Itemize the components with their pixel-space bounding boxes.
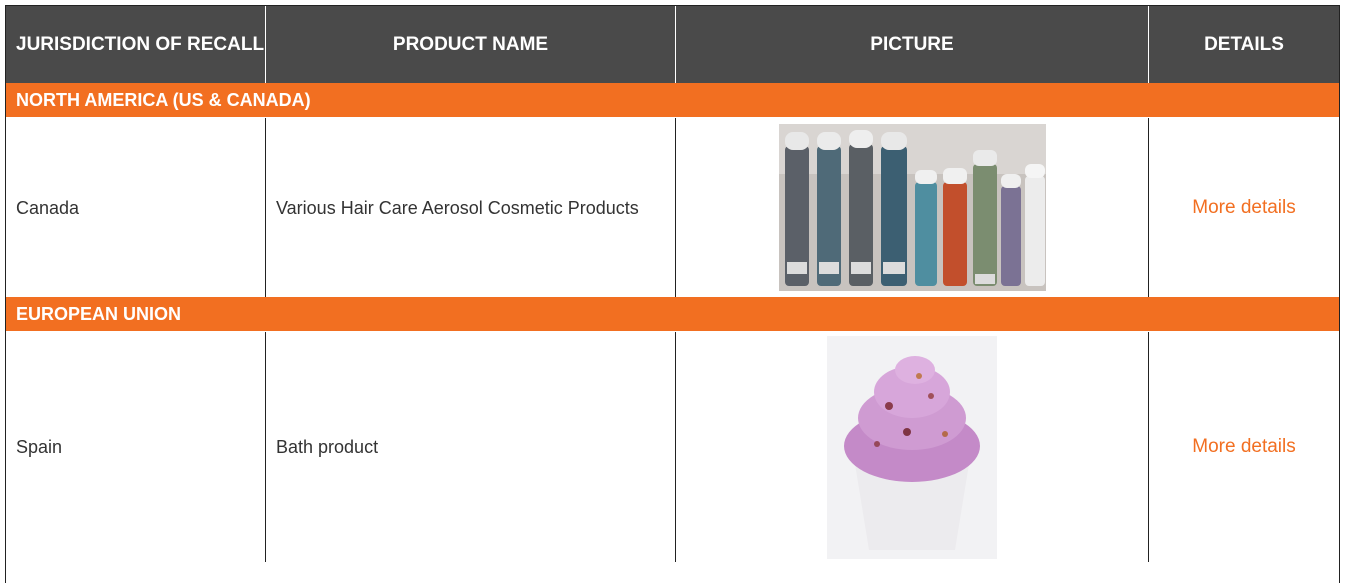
header-jurisdiction: JURISDICTION OF RECALL — [6, 6, 266, 83]
table-row: Canada Various Hair Care Aerosol Cosmeti… — [6, 118, 1339, 297]
section-european-union: EUROPEAN UNION — [6, 297, 1339, 332]
section-north-america: NORTH AMERICA (US & CANADA) — [6, 83, 1339, 118]
header-product-name: PRODUCT NAME — [266, 6, 676, 83]
details-cell: More details — [1149, 332, 1339, 562]
header-details: DETAILS — [1204, 33, 1284, 55]
table-header: JURISDICTION OF RECALL PRODUCT NAME PICT… — [6, 6, 1339, 83]
jurisdiction-cell: Spain — [6, 332, 266, 562]
jurisdiction-cell: Canada — [6, 118, 266, 297]
details-cell: More details — [1149, 118, 1339, 297]
picture-cell — [676, 118, 1149, 297]
product-name-text: Bath product — [276, 437, 379, 457]
more-details-link[interactable]: More details — [1192, 194, 1296, 222]
product-name-cell: Various Hair Care Aerosol Cosmetic Produ… — [266, 118, 676, 297]
recall-table: JURISDICTION OF RECALL PRODUCT NAME PICT… — [5, 5, 1340, 583]
product-name-cell: Bath product — [266, 332, 676, 562]
header-picture: PICTURE — [676, 6, 1149, 83]
table-row: Spain Bath product More details — [6, 332, 1339, 562]
hair-care-aerosol-products-image — [778, 124, 1046, 291]
more-details-link[interactable]: More details — [1192, 433, 1296, 461]
picture-cell — [676, 332, 1149, 562]
product-name-text: Various Hair Care Aerosol Cosmetic Produ… — [276, 197, 639, 218]
bath-product-image — [827, 335, 997, 559]
